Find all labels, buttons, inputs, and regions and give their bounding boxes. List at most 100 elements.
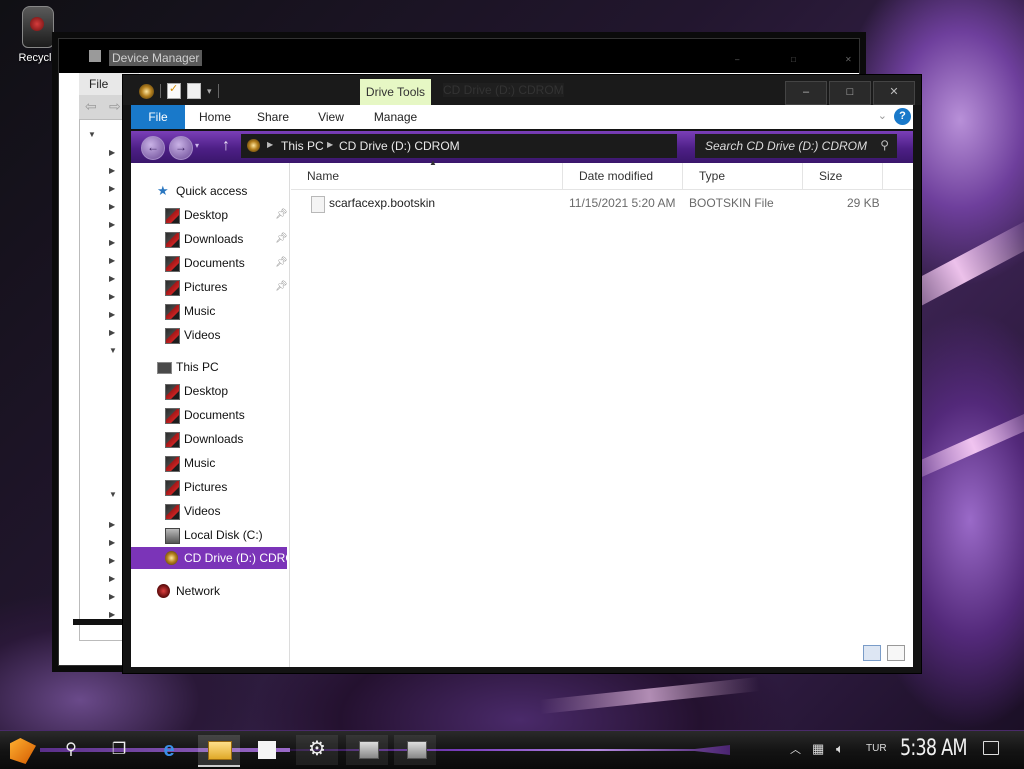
breadcrumb-chevron-icon[interactable]: ▶ <box>267 140 273 149</box>
expand-arrow-icon[interactable]: ▶ <box>109 538 115 547</box>
tab-home[interactable]: Home <box>193 105 237 129</box>
maximize-button[interactable]: □ <box>791 55 796 64</box>
device-manager-icon <box>89 50 101 62</box>
close-button[interactable]: ✕ <box>845 55 852 64</box>
nav-label: Local Disk (C:) <box>184 528 263 542</box>
volume-muted-icon[interactable]: 🔈︎ <box>836 741 844 757</box>
nav-quick-desktop[interactable]: Desktop 📌︎ <box>165 204 289 226</box>
explorer-titlebar[interactable]: ▾ Drive Tools CD Drive (D:) CDROM – □ ✕ <box>123 75 921 105</box>
task-view-icon[interactable]: ❐ <box>108 739 130 761</box>
music-folder-icon <box>165 304 180 320</box>
tab-manage[interactable]: Manage <box>360 105 431 129</box>
desktop-folder-icon <box>165 384 180 400</box>
nav-label: Music <box>184 304 216 318</box>
tab-view[interactable]: View <box>309 105 353 129</box>
expand-arrow-icon[interactable]: ▶ <box>109 256 115 265</box>
collapse-arrow-icon[interactable]: ▼ <box>88 130 96 139</box>
store-taskbar-button[interactable] <box>246 735 288 765</box>
expand-ribbon-icon[interactable]: ⌄ <box>878 109 887 122</box>
up-button[interactable]: ↑ <box>215 136 237 158</box>
back-arrow-icon[interactable]: ⇦ <box>85 98 97 115</box>
collapse-arrow-icon[interactable]: ▼ <box>109 346 117 355</box>
nav-quick-downloads[interactable]: Downloads 📌︎ <box>165 228 289 250</box>
store-icon <box>258 741 276 759</box>
tab-share[interactable]: Share <box>251 105 295 129</box>
edge-icon[interactable]: e <box>158 739 180 761</box>
expand-arrow-icon[interactable]: ▶ <box>109 556 115 565</box>
expand-arrow-icon[interactable]: ▶ <box>109 592 115 601</box>
expand-arrow-icon[interactable]: ▶ <box>109 274 115 283</box>
forward-button[interactable]: → <box>169 136 193 160</box>
desktop-folder-icon <box>165 208 180 224</box>
file-size: 29 KB <box>847 196 880 210</box>
address-bar[interactable]: ▶ This PC ▶ CD Drive (D:) CDROM <box>241 134 677 158</box>
breadcrumb-this-pc[interactable]: This PC <box>281 139 324 153</box>
column-name[interactable]: Name <box>291 163 563 189</box>
recent-locations-icon[interactable]: ▾ <box>195 141 199 150</box>
file-explorer-window[interactable]: ▾ Drive Tools CD Drive (D:) CDROM – □ ✕ … <box>122 74 922 674</box>
column-date-modified[interactable]: Date modified <box>563 163 683 189</box>
maximize-button[interactable]: □ <box>829 81 871 105</box>
collapse-arrow-icon[interactable]: ▼ <box>109 490 117 499</box>
tab-file[interactable]: File <box>131 105 185 129</box>
show-hidden-icons-icon[interactable]: ︿ <box>790 741 801 757</box>
taskbar-clock[interactable]: 5:38 AM <box>900 736 968 761</box>
expand-arrow-icon[interactable]: ▶ <box>109 166 115 175</box>
file-explorer-taskbar-button[interactable] <box>198 735 240 767</box>
menu-file[interactable]: File <box>89 77 108 91</box>
nav-pc-cd-drive[interactable]: CD Drive (D:) CDROM <box>165 547 287 569</box>
column-type[interactable]: Type <box>683 163 803 189</box>
language-indicator[interactable]: TUR <box>866 743 887 754</box>
file-explorer-icon <box>208 741 232 760</box>
nav-label: Network <box>176 584 221 598</box>
file-row[interactable]: scarfacexp.bootskin 11/15/2021 5:20 AM B… <box>291 193 913 215</box>
nav-label: Downloads <box>184 232 244 246</box>
minimize-button[interactable]: – <box>735 55 739 64</box>
action-center-icon[interactable] <box>983 741 999 755</box>
search-icon[interactable]: ⚲ <box>60 739 82 761</box>
taskbar: ⚲ ❐ e ⚙ ︿ ▦ 🔈︎ TUR 5:38 AM <box>0 730 1024 769</box>
expand-arrow-icon[interactable]: ▶ <box>109 574 115 583</box>
device-manager-taskbar-button-2[interactable] <box>394 735 436 765</box>
properties-icon[interactable] <box>167 82 181 99</box>
close-button[interactable]: ✕ <box>873 81 915 105</box>
pin-icon: 📌︎ <box>275 257 288 268</box>
forward-arrow-icon[interactable]: ⇨ <box>109 98 121 115</box>
file-icon <box>311 196 325 213</box>
cd-drive-icon <box>247 139 260 152</box>
minimize-button[interactable]: – <box>785 81 827 105</box>
expand-arrow-icon[interactable]: ▶ <box>109 328 115 337</box>
file-list: ▲ Name Date modified Type Size scarfacex… <box>291 158 913 667</box>
device-manager-titlebar[interactable]: Device Manager – □ ✕ <box>59 39 859 73</box>
expand-arrow-icon[interactable]: ▶ <box>109 220 115 229</box>
back-button[interactable]: ← <box>141 136 165 160</box>
expand-arrow-icon[interactable]: ▶ <box>109 292 115 301</box>
nav-quick-pictures[interactable]: Pictures 📌︎ <box>165 276 289 298</box>
start-icon[interactable] <box>10 738 36 764</box>
settings-icon: ⚙ <box>308 738 326 760</box>
expand-arrow-icon[interactable]: ▶ <box>109 148 115 157</box>
cd-drive-icon <box>165 551 178 565</box>
details-view-icon[interactable] <box>863 645 881 661</box>
expand-arrow-icon[interactable]: ▶ <box>109 610 115 619</box>
settings-taskbar-button[interactable]: ⚙ <box>296 735 338 765</box>
large-icons-view-icon[interactable] <box>887 645 905 661</box>
breadcrumb-chevron-icon[interactable]: ▶ <box>327 140 333 149</box>
nav-label: CD Drive (D:) CDROM <box>184 551 287 565</box>
network-status-icon[interactable]: ▦ <box>812 741 824 757</box>
device-manager-taskbar-button[interactable] <box>346 735 388 765</box>
expand-arrow-icon[interactable]: ▶ <box>109 310 115 319</box>
column-size[interactable]: Size <box>803 163 883 189</box>
new-folder-icon[interactable] <box>187 83 201 99</box>
breadcrumb-cd-drive[interactable]: CD Drive (D:) CDROM <box>339 139 460 153</box>
search-icon[interactable]: ⚲ <box>880 138 889 152</box>
expand-arrow-icon[interactable]: ▶ <box>109 520 115 529</box>
search-box[interactable]: Search CD Drive (D:) CDROM ⚲ <box>695 134 897 158</box>
help-icon[interactable]: ? <box>894 108 911 125</box>
expand-arrow-icon[interactable]: ▶ <box>109 238 115 247</box>
expand-arrow-icon[interactable]: ▶ <box>109 202 115 211</box>
nav-label: This PC <box>176 360 219 374</box>
nav-quick-documents[interactable]: Documents 📌︎ <box>165 252 289 274</box>
customize-toolbar-icon[interactable]: ▾ <box>207 86 212 97</box>
expand-arrow-icon[interactable]: ▶ <box>109 184 115 193</box>
